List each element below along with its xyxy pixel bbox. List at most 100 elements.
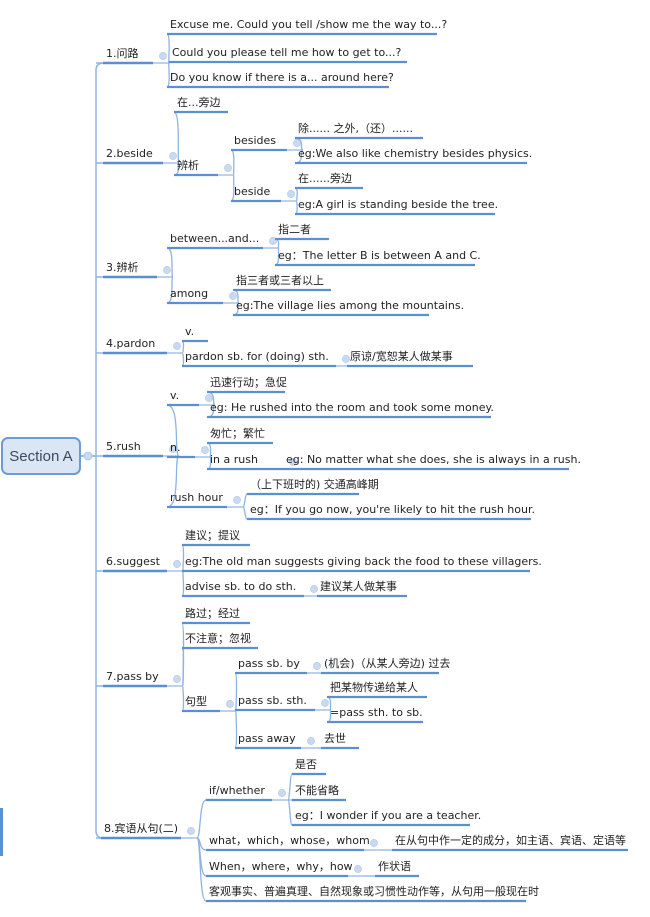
subtopic-node[interactable]: beside: [234, 185, 270, 198]
collapse-icon[interactable]: [233, 496, 241, 504]
subtopic-node[interactable]: eg:The old man suggests giving back the …: [185, 555, 542, 568]
subtopic-node[interactable]: Do you know if there is a... around here…: [170, 71, 394, 84]
subtopic-node[interactable]: 建议某人做某事: [320, 580, 397, 593]
collapse-icon[interactable]: [310, 585, 318, 593]
collapse-icon[interactable]: [342, 355, 350, 363]
subtopic-node[interactable]: 迅速行动；急促: [210, 376, 287, 389]
subtopic-node[interactable]: between...and...: [170, 232, 259, 245]
subtopic-node[interactable]: pardon sb. for (doing) sth.: [185, 350, 329, 363]
subtopic-node[interactable]: 作状语: [378, 860, 411, 873]
topic-node[interactable]: 3.辨析: [106, 261, 139, 274]
collapse-icon[interactable]: [159, 52, 167, 60]
subtopic-node[interactable]: 辨析: [177, 159, 199, 172]
subtopic-node[interactable]: besides: [234, 134, 276, 147]
branch-connector: [234, 672, 238, 712]
subtopic-node[interactable]: rush hour: [170, 491, 223, 504]
subtopic-node[interactable]: in a rush: [210, 453, 258, 466]
subtopic-node[interactable]: what，which，whose，whom: [209, 834, 370, 847]
subtopic-node[interactable]: (机会)（从某人旁边) 过去: [324, 657, 450, 670]
topic-node[interactable]: 8.宾语从句(二): [104, 822, 178, 835]
subtopic-node[interactable]: n.: [170, 441, 180, 454]
topic-node[interactable]: 5.rush: [106, 440, 141, 453]
branch-connector: [181, 340, 185, 354]
topic-node[interactable]: 4.pardon: [106, 337, 155, 350]
subtopic-node[interactable]: advise sb. to do sth.: [185, 580, 296, 593]
collapse-icon[interactable]: [201, 446, 209, 454]
subtopic-node[interactable]: 匆忙；繁忙: [210, 427, 265, 440]
collapse-icon[interactable]: [321, 699, 329, 707]
subtopic-node[interactable]: 在......旁边: [298, 172, 352, 185]
collapse-icon[interactable]: [224, 164, 232, 172]
branch-connector: [242, 493, 248, 508]
root-collapse-icon[interactable]: [83, 451, 93, 461]
subtopic-node[interactable]: 把某物传递给某人: [330, 681, 418, 694]
trunk-upper: [95, 62, 105, 456]
subtopic-node[interactable]: v.: [185, 325, 194, 338]
collapse-icon[interactable]: [293, 139, 301, 147]
topic-node[interactable]: 2.beside: [106, 147, 153, 160]
subtopic-node[interactable]: eg: He rushed into the room and took som…: [210, 401, 494, 414]
subtopic-node[interactable]: eg:A girl is standing beside the tree.: [298, 198, 498, 211]
branch-connector: [287, 799, 293, 826]
subtopic-node[interactable]: Could you please tell me how to get to..…: [172, 46, 401, 59]
subtopic-node[interactable]: 指二者: [278, 223, 311, 236]
subtopic-node[interactable]: Excuse me. Could you tell /show me the w…: [170, 18, 447, 31]
collapse-icon[interactable]: [226, 700, 234, 708]
branch-connector: [234, 710, 238, 749]
branch-connector: [242, 506, 248, 520]
subtopic-node[interactable]: 不能省略: [295, 784, 339, 797]
subtopic-node[interactable]: 句型: [185, 695, 207, 708]
subtopic-node[interactable]: pass sb. sth.: [238, 694, 307, 707]
subtopic-node[interactable]: 路过；经过: [185, 607, 240, 620]
collapse-icon[interactable]: [307, 737, 315, 745]
collapse-icon[interactable]: [187, 827, 195, 835]
collapse-icon[interactable]: [287, 190, 295, 198]
subtopic-node[interactable]: 是否: [295, 758, 317, 771]
subtopic-node[interactable]: 在从句中作一定的成分，如主语、宾语、定语等: [395, 834, 626, 847]
subtopic-node[interactable]: （上下班时的) 交通高峰期: [250, 478, 379, 491]
subtopic-node[interactable]: eg：The letter B is between A and C.: [278, 249, 481, 262]
subtopic-node[interactable]: 原谅/宽恕某人做某事: [350, 350, 453, 363]
subtopic-node[interactable]: 不注意；忽视: [185, 632, 251, 645]
collapse-icon[interactable]: [370, 839, 378, 847]
subtopic-node[interactable]: eg:We also like chemistry besides physic…: [298, 147, 532, 160]
subtopic-node[interactable]: 在...旁边: [177, 96, 221, 109]
subtopic-node[interactable]: 指三者或三者以上: [236, 274, 324, 287]
subtopic-node[interactable]: eg：I wonder if you are a teacher.: [295, 809, 481, 822]
scroll-indicator[interactable]: [0, 808, 3, 856]
branch-connector: [181, 570, 185, 597]
subtopic-node[interactable]: 客观事实、普遍真理、自然现象或习惯性动作等，从句用一般现在时: [209, 885, 539, 898]
subtopic-node[interactable]: eg:The village lies among the mountains.: [236, 299, 464, 312]
collapse-icon[interactable]: [354, 865, 362, 873]
subtopic-node[interactable]: 去世: [324, 732, 346, 745]
branch-connector: [181, 544, 185, 572]
collapse-icon[interactable]: [173, 675, 181, 683]
subtopic-node[interactable]: 除...... 之外,（还）......: [298, 122, 413, 135]
branch-connector: [196, 799, 207, 839]
subtopic-node[interactable]: if/whether: [209, 784, 265, 797]
subtopic-node[interactable]: =pass sth. to sb.: [330, 706, 423, 719]
branch-connector: [166, 62, 170, 88]
collapse-icon[interactable]: [169, 152, 177, 160]
subtopic-node[interactable]: eg：If you go now, you're likely to hit t…: [250, 503, 535, 516]
topic-node[interactable]: 7.pass by: [106, 670, 159, 683]
subtopic-node[interactable]: 建议；提议: [185, 529, 240, 542]
branch-connector: [166, 33, 170, 64]
topic-node[interactable]: 1.问路: [106, 47, 139, 60]
collapse-icon[interactable]: [278, 789, 286, 797]
subtopic-node[interactable]: When，where，why，how: [209, 860, 353, 873]
subtopic-node[interactable]: pass sb. by: [238, 657, 300, 670]
collapse-icon[interactable]: [313, 662, 321, 670]
subtopic-node[interactable]: v.: [170, 389, 179, 402]
collapse-icon[interactable]: [173, 560, 181, 568]
topic-node[interactable]: 6.suggest: [106, 555, 160, 568]
root-topic-section-a[interactable]: Section A: [1, 437, 81, 475]
subtopic-node[interactable]: among: [170, 287, 208, 300]
branch-connector: [230, 149, 235, 176]
branch-connector: [294, 200, 298, 215]
subtopic-node[interactable]: eg: No matter what she does, she is alwa…: [286, 453, 581, 466]
subtopic-node[interactable]: pass away: [238, 732, 296, 745]
root-topic-label: Section A: [9, 447, 73, 465]
collapse-icon[interactable]: [163, 266, 171, 274]
collapse-icon[interactable]: [173, 342, 181, 350]
